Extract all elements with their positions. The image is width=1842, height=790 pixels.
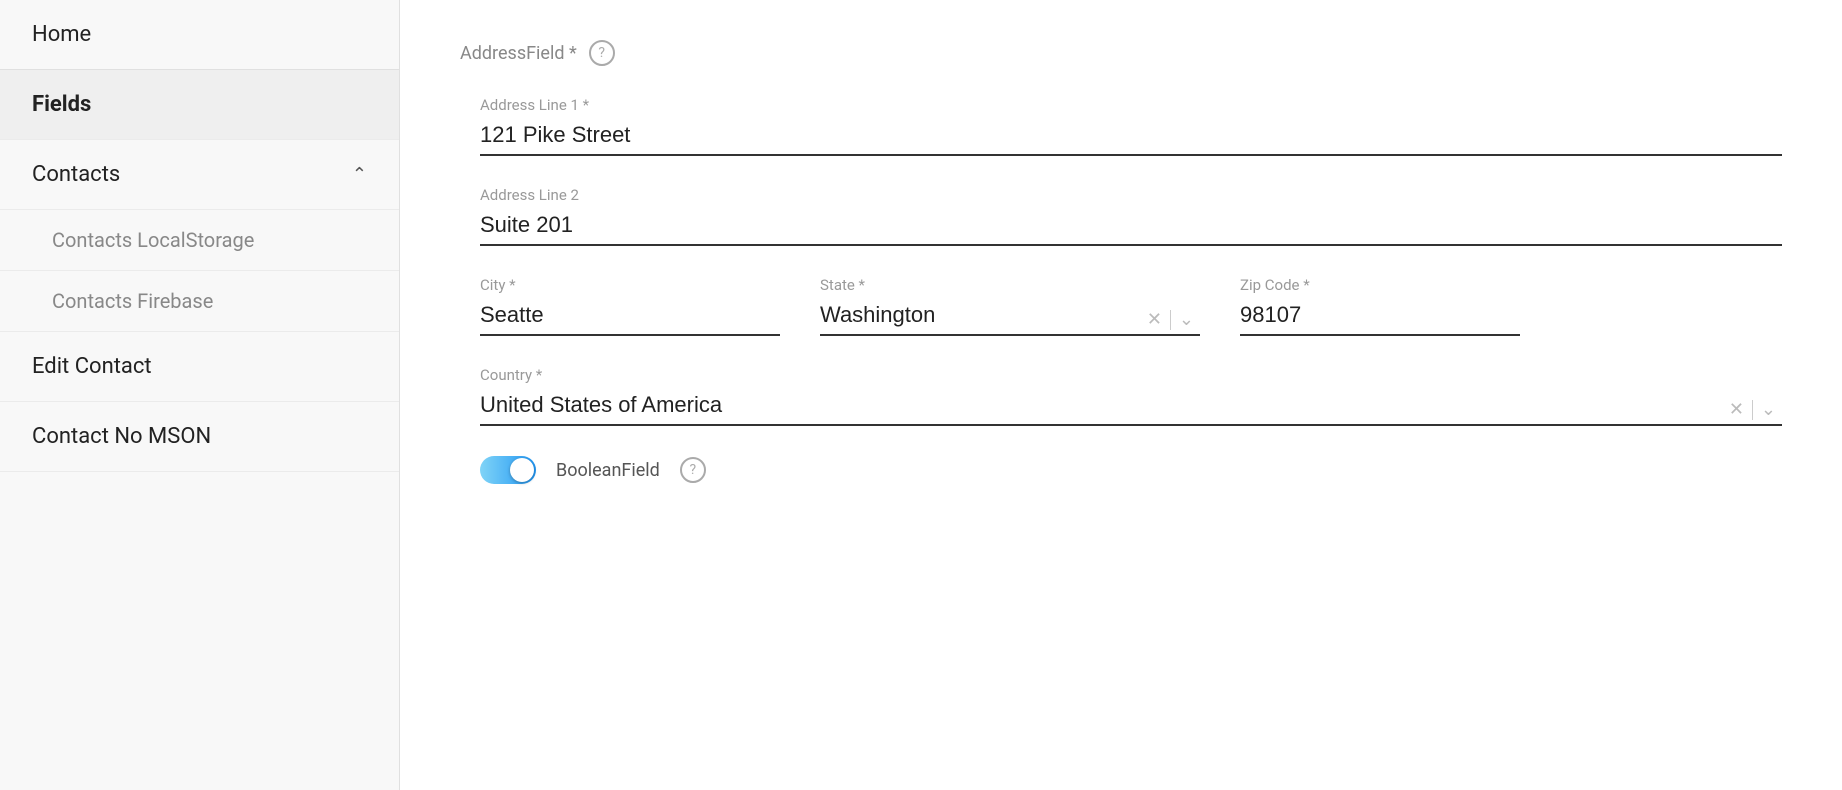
country-controls: ✕ ⌄: [1723, 399, 1782, 420]
sidebar: Home Fields Contacts ⌃ Contacts LocalSto…: [0, 0, 400, 790]
country-control-divider: [1752, 400, 1753, 420]
state-chevron-down-icon: ⌄: [1179, 309, 1194, 330]
state-clear-icon: ✕: [1147, 309, 1162, 330]
country-clear-button[interactable]: ✕: [1723, 399, 1750, 420]
address-line2-label: Address Line 2: [480, 186, 1782, 204]
sidebar-item-contacts-localstorage[interactable]: Contacts LocalStorage: [0, 210, 399, 271]
state-input-wrapper: ✕ ⌄: [820, 302, 1200, 336]
boolean-field-label: BooleanField: [556, 460, 660, 481]
city-input[interactable]: [480, 302, 780, 336]
toggle-thumb: [510, 458, 534, 482]
sidebar-item-contacts-label: Contacts: [32, 162, 120, 187]
address-line1-label: Address Line 1 *: [480, 96, 1782, 114]
boolean-field-section: BooleanField ?: [480, 456, 1782, 484]
address-line2-input[interactable]: [480, 212, 1782, 246]
sidebar-item-home[interactable]: Home: [0, 0, 399, 70]
address-line1-input[interactable]: [480, 122, 1782, 156]
country-row: Country * ✕ ⌄: [480, 366, 1782, 426]
sidebar-item-contacts-firebase[interactable]: Contacts Firebase: [0, 271, 399, 332]
country-input-wrapper: ✕ ⌄: [480, 392, 1782, 426]
state-controls: ✕ ⌄: [1141, 309, 1200, 330]
state-field: State * ✕ ⌄: [820, 276, 1200, 336]
sidebar-item-fields[interactable]: Fields: [0, 70, 399, 140]
zip-field: Zip Code *: [1240, 276, 1520, 336]
toggle-track[interactable]: [480, 456, 536, 484]
sidebar-item-home-label: Home: [32, 22, 91, 47]
address-form: Address Line 1 * Address Line 2 City * S…: [480, 96, 1782, 484]
sidebar-item-edit-contact[interactable]: Edit Contact: [0, 332, 399, 402]
country-dropdown-button[interactable]: ⌄: [1755, 399, 1782, 420]
address-field-help-icon[interactable]: ?: [589, 40, 615, 66]
boolean-toggle[interactable]: [480, 456, 536, 484]
sidebar-item-contacts[interactable]: Contacts ⌃: [0, 140, 399, 210]
state-control-divider: [1170, 310, 1171, 330]
address-line1-row: Address Line 1 *: [480, 96, 1782, 156]
country-input[interactable]: [480, 392, 1782, 426]
country-chevron-down-icon: ⌄: [1761, 399, 1776, 420]
zip-input[interactable]: [1240, 302, 1520, 336]
state-dropdown-button[interactable]: ⌄: [1173, 309, 1200, 330]
sidebar-item-contacts-firebase-label: Contacts Firebase: [52, 289, 213, 313]
sidebar-item-contacts-localstorage-label: Contacts LocalStorage: [52, 228, 254, 252]
city-label: City *: [480, 276, 780, 294]
sidebar-item-contact-no-mson[interactable]: Contact No MSON: [0, 402, 399, 472]
state-label: State *: [820, 276, 1200, 294]
sidebar-item-contact-no-mson-label: Contact No MSON: [32, 424, 211, 449]
boolean-field-help-icon[interactable]: ?: [680, 457, 706, 483]
country-label: Country *: [480, 366, 1782, 384]
address-field-title: AddressField *: [460, 43, 577, 64]
country-clear-icon: ✕: [1729, 399, 1744, 420]
sidebar-item-fields-label: Fields: [32, 92, 91, 117]
zip-label: Zip Code *: [1240, 276, 1520, 294]
sidebar-item-edit-contact-label: Edit Contact: [32, 354, 152, 379]
city-state-zip-row: City * State * ✕ ⌄: [480, 276, 1782, 336]
address-line2-row: Address Line 2: [480, 186, 1782, 246]
state-clear-button[interactable]: ✕: [1141, 309, 1168, 330]
chevron-up-icon: ⌃: [352, 164, 367, 185]
address-field-header: AddressField * ?: [460, 40, 1782, 66]
city-field: City *: [480, 276, 780, 336]
main-content: AddressField * ? Address Line 1 * Addres…: [400, 0, 1842, 790]
